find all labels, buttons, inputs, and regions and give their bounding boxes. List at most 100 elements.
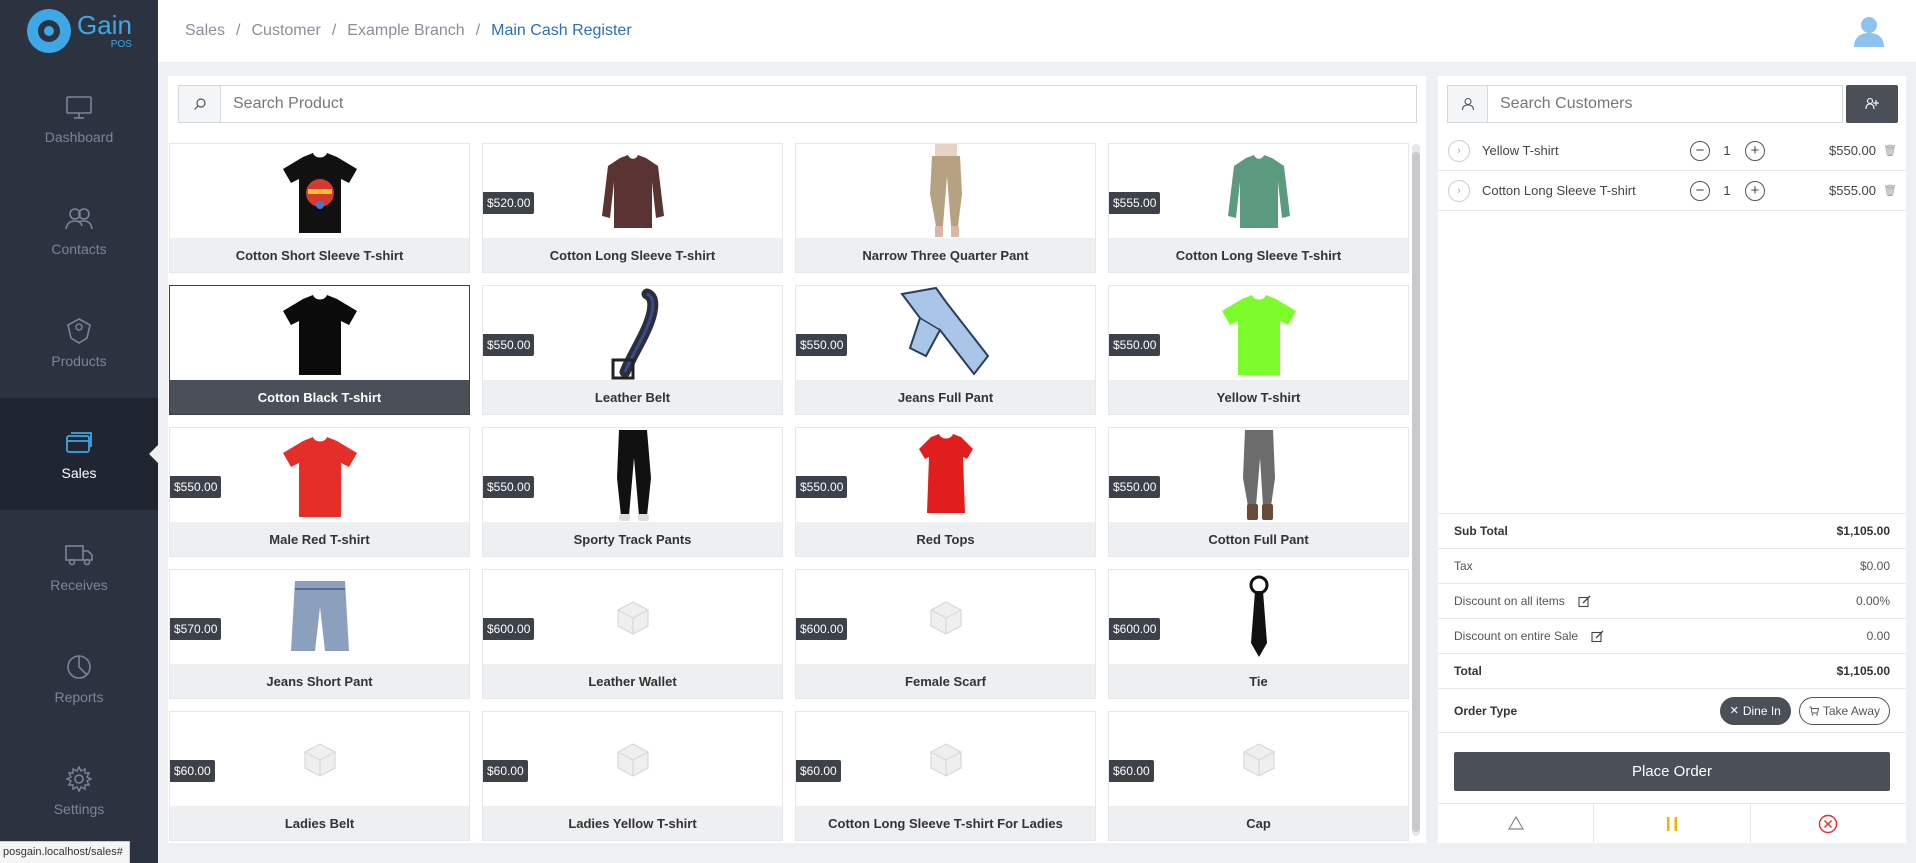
- sidebar-item-products[interactable]: Products: [0, 286, 158, 398]
- product-name: Cap: [1109, 806, 1408, 840]
- search-icon[interactable]: [179, 86, 221, 122]
- sidebar-item-label: Contacts: [51, 241, 107, 257]
- product-name: Yellow T-shirt: [1109, 380, 1408, 414]
- user-avatar-icon[interactable]: [1852, 14, 1886, 48]
- product-card[interactable]: $550.00 Male Red T-shirt: [169, 427, 470, 557]
- sidebar-item-contacts[interactable]: Contacts: [0, 174, 158, 286]
- cart-item-price: $550.00: [1829, 143, 1876, 158]
- discount-items-row: Discount on all items 0.00%: [1438, 583, 1906, 618]
- take-away-button[interactable]: Take Away: [1798, 696, 1890, 725]
- price-badge: $60.00: [796, 760, 841, 782]
- product-name: Cotton Black T-shirt: [170, 380, 469, 414]
- status-bar-url: posgain.localhost/sales#: [0, 841, 130, 863]
- increase-qty-button[interactable]: +: [1745, 180, 1765, 201]
- decrease-qty-button[interactable]: −: [1690, 180, 1710, 201]
- hold-button[interactable]: [1594, 804, 1751, 843]
- app-sub: POS: [110, 39, 132, 50]
- product-image: [170, 712, 469, 807]
- subtotal-value: $1,105.00: [1836, 524, 1890, 538]
- product-image: [1109, 712, 1408, 807]
- product-card[interactable]: $570.00 Jeans Short Pant: [169, 569, 470, 699]
- cart-item-name: Yellow T-shirt: [1482, 143, 1559, 158]
- sidebar-item-reports[interactable]: Reports: [0, 622, 158, 734]
- product-card[interactable]: $60.00 Ladies Yellow T-shirt: [482, 711, 783, 841]
- product-name: Cotton Long Sleeve T-shirt: [1109, 238, 1408, 272]
- product-name: Cotton Short Sleeve T-shirt: [170, 238, 469, 272]
- product-card[interactable]: Cotton Short Sleeve T-shirt: [169, 143, 470, 273]
- price-badge: $550.00: [170, 476, 222, 498]
- product-image: [170, 144, 469, 239]
- price-badge: $555.00: [1109, 192, 1161, 214]
- discount-sale-row: Discount on entire Sale 0.00: [1438, 618, 1906, 653]
- edit-icon[interactable]: [1578, 595, 1591, 608]
- monitor-icon: [63, 91, 95, 123]
- sidebar-item-label: Receives: [50, 577, 108, 593]
- sidebar: Gain POS Dashboard Contacts Products Sales R…: [0, 0, 158, 863]
- sidebar-item-sales[interactable]: Sales: [0, 398, 158, 510]
- product-card[interactable]: $60.00 Cap: [1108, 711, 1409, 841]
- product-card[interactable]: $600.00 Leather Wallet: [482, 569, 783, 699]
- add-user-icon: [1865, 97, 1879, 110]
- expand-chevron-icon[interactable]: ›: [1448, 139, 1470, 162]
- dine-in-button[interactable]: ✕ Dine In: [1719, 696, 1791, 725]
- edit-icon[interactable]: [1591, 630, 1604, 643]
- product-card[interactable]: Cotton Black T-shirt: [169, 285, 470, 415]
- product-name: Red Tops: [796, 522, 1095, 556]
- product-name: Female Scarf: [796, 664, 1095, 698]
- sidebar-item-label: Settings: [53, 801, 105, 817]
- price-badge: $570.00: [170, 618, 222, 640]
- recycle-button[interactable]: [1438, 804, 1595, 843]
- logo[interactable]: Gain POS: [0, 0, 158, 62]
- cart-item-qty[interactable]: 1: [1717, 143, 1737, 158]
- discount-sale-value: 0.00: [1866, 629, 1890, 643]
- product-scrollbar[interactable]: [1412, 144, 1420, 836]
- sidebar-item-label: Reports: [54, 689, 104, 705]
- trash-icon[interactable]: 🗑: [1883, 184, 1897, 197]
- sidebar-item-settings[interactable]: Settings: [0, 734, 158, 846]
- breadcrumb-sales[interactable]: Sales: [185, 22, 225, 40]
- app-name: Gain: [77, 10, 132, 40]
- product-card[interactable]: $550.00 Jeans Full Pant: [795, 285, 1096, 415]
- product-card[interactable]: $550.00 Red Tops: [795, 427, 1096, 557]
- order-type-row: Order Type ✕ Dine In Take Away: [1438, 688, 1906, 733]
- product-name: Jeans Full Pant: [796, 380, 1095, 414]
- pie-chart-icon: [63, 651, 95, 683]
- tax-row: Tax $0.00: [1438, 548, 1906, 583]
- increase-qty-button[interactable]: +: [1745, 140, 1765, 161]
- product-card[interactable]: Narrow Three Quarter Pant: [795, 143, 1096, 273]
- add-customer-button[interactable]: [1846, 85, 1898, 123]
- product-panel: Cotton Short Sleeve T-shirt $520.00 Cotton…: [168, 76, 1426, 843]
- customer-search-input[interactable]: [1488, 86, 1842, 122]
- product-card[interactable]: $550.00 Yellow T-shirt: [1108, 285, 1409, 415]
- cancel-order-button[interactable]: [1751, 804, 1906, 843]
- sidebar-item-dashboard[interactable]: Dashboard: [0, 62, 158, 174]
- product-card[interactable]: $60.00 Ladies Belt: [169, 711, 470, 841]
- breadcrumb-register[interactable]: Main Cash Register: [491, 22, 632, 40]
- product-card[interactable]: $520.00 Cotton Long Sleeve T-shirt: [482, 143, 783, 273]
- trash-icon[interactable]: 🗑: [1883, 144, 1897, 157]
- product-card[interactable]: $555.00 Cotton Long Sleeve T-shirt: [1108, 143, 1409, 273]
- product-image: [483, 712, 782, 807]
- product-name: Leather Wallet: [483, 664, 782, 698]
- product-card[interactable]: $550.00 Cotton Full Pant: [1108, 427, 1409, 557]
- place-order-button[interactable]: Place Order: [1454, 752, 1890, 791]
- breadcrumb-customer[interactable]: Customer: [251, 22, 320, 40]
- cart-line-item: › Yellow T-shirt −1 + $550.00 🗑: [1438, 131, 1906, 171]
- sidebar-item-label: Sales: [61, 465, 97, 481]
- product-name: Tie: [1109, 664, 1408, 698]
- pause-icon: [1666, 816, 1677, 831]
- product-card[interactable]: $60.00 Cotton Long Sleeve T-shirt For Lad…: [795, 711, 1096, 841]
- product-name: Sporty Track Pants: [483, 522, 782, 556]
- cart-line-item: › Cotton Long Sleeve T-shirt −1 + $555.00 🗑: [1438, 171, 1906, 211]
- product-name: Cotton Long Sleeve T-shirt For Ladies: [796, 806, 1095, 840]
- product-card[interactable]: $600.00 Female Scarf: [795, 569, 1096, 699]
- product-card[interactable]: $550.00 Sporty Track Pants: [482, 427, 783, 557]
- product-search-input[interactable]: [221, 86, 1416, 122]
- expand-chevron-icon[interactable]: ›: [1448, 179, 1470, 202]
- product-card[interactable]: $600.00 Tie: [1108, 569, 1409, 699]
- sidebar-item-receives[interactable]: Receives: [0, 510, 158, 622]
- decrease-qty-button[interactable]: −: [1690, 140, 1710, 161]
- product-card[interactable]: $550.00 Leather Belt: [482, 285, 783, 415]
- breadcrumb-branch[interactable]: Example Branch: [347, 22, 464, 40]
- cart-item-qty[interactable]: 1: [1717, 183, 1737, 198]
